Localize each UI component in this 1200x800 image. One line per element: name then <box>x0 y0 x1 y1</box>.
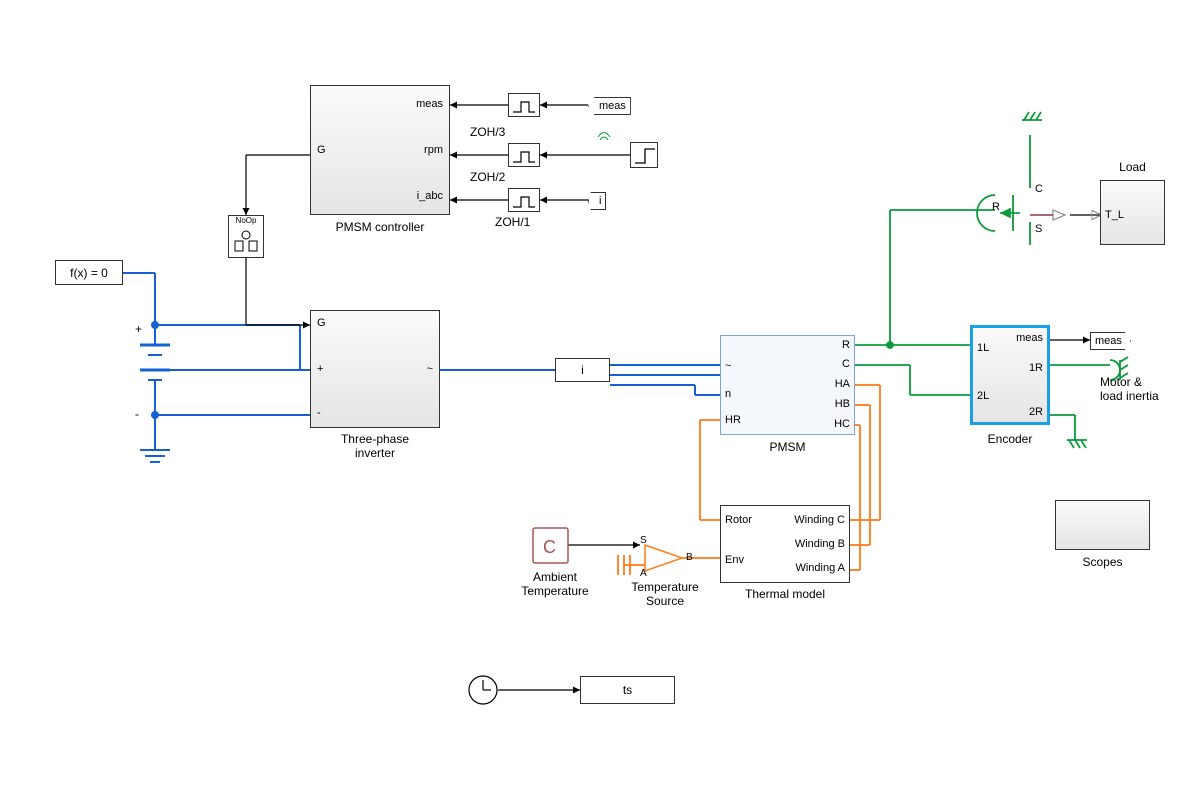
thermal-label: Thermal model <box>720 587 850 601</box>
pmsm-controller-block[interactable]: G meas rpm i_abc <box>310 85 450 215</box>
pmsm-port-ha: HA <box>835 378 850 390</box>
enc-port-1r: 1R <box>1029 362 1043 374</box>
from-i-tag[interactable]: i <box>588 192 606 210</box>
thermal-port-wa: Winding A <box>795 562 845 574</box>
three-phase-inverter-block[interactable]: G + - ~ <box>310 310 440 428</box>
scopes-label: Scopes <box>1055 555 1150 569</box>
svg-text:R: R <box>992 201 1000 213</box>
tempsrc-label: Temperature Source <box>615 580 715 608</box>
pmsm-port-c: C <box>842 358 850 370</box>
enc-port-1l: 1L <box>977 342 989 354</box>
ts-text: ts <box>623 683 632 697</box>
zoh1-label: ZOH/1 <box>495 215 530 229</box>
port-rpm: rpm <box>424 144 443 156</box>
encoder-label: Encoder <box>970 432 1050 446</box>
zoh-meas-block[interactable] <box>508 93 540 117</box>
svg-text:+: + <box>135 322 142 336</box>
current-sensor-block[interactable]: i <box>555 358 610 382</box>
inv-port-ac: ~ <box>427 363 433 375</box>
pmsm-port-r: R <box>842 339 850 351</box>
solver-config-block[interactable]: f(x) = 0 <box>55 260 123 285</box>
thermal-port-wc: Winding C <box>794 514 845 526</box>
thermal-port-wb: Winding B <box>795 538 845 550</box>
zoh-i-block[interactable] <box>508 188 540 212</box>
gate-noop-block[interactable]: NoOp <box>228 215 264 258</box>
scopes-block[interactable] <box>1055 500 1150 550</box>
ambient-symbol: C <box>543 537 556 557</box>
motor-inertia-label: Motor & load inertia <box>1100 375 1190 403</box>
zoh-rpm-block[interactable] <box>508 143 540 167</box>
port-g: G <box>317 144 326 156</box>
inv-port-plus: + <box>317 363 323 375</box>
step-rpm-block[interactable] <box>630 142 658 168</box>
from-meas-tag[interactable]: meas <box>588 97 631 115</box>
zoh3-label: ZOH/3 <box>470 125 505 139</box>
pmsm-label: PMSM <box>720 440 855 454</box>
solver-text: f(x) = 0 <box>70 266 108 280</box>
thermal-port-env: Env <box>725 554 744 566</box>
ambient-label: Ambient Temperature <box>510 570 600 598</box>
pmsm-port-hr: HR <box>725 414 741 426</box>
inverter-label: Three-phase inverter <box>310 432 440 460</box>
load-block[interactable]: T_L <box>1100 180 1165 245</box>
svg-text:-: - <box>135 407 139 421</box>
current-i-text: i <box>581 363 584 377</box>
svg-text:S: S <box>1035 223 1042 235</box>
svg-text:A: A <box>640 568 647 579</box>
svg-text:C: C <box>1035 183 1043 195</box>
port-meas: meas <box>416 98 443 110</box>
enc-port-2l: 2L <box>977 390 989 402</box>
zoh2-label: ZOH/2 <box>470 170 505 184</box>
svg-text:B: B <box>686 552 693 563</box>
pmsm-block[interactable]: ~ n HR R C HA HB HC <box>720 335 855 435</box>
port-iabc: i_abc <box>417 190 443 202</box>
load-label: Load <box>1100 160 1165 174</box>
pmsm-controller-label: PMSM controller <box>310 220 450 234</box>
enc-port-2r: 2R <box>1029 406 1043 418</box>
svg-text:S: S <box>640 535 647 546</box>
pmsm-port-hc: HC <box>834 418 850 430</box>
ts-display-block[interactable]: ts <box>580 676 675 704</box>
encoder-block[interactable]: 1L 2L meas 1R 2R <box>970 325 1050 425</box>
load-port-tl: T_L <box>1105 209 1124 221</box>
enc-port-meas: meas <box>1016 332 1043 344</box>
pmsm-port-tilde: ~ <box>725 360 731 372</box>
inv-port-g: G <box>317 317 326 329</box>
thermal-port-rotor: Rotor <box>725 514 752 526</box>
inv-port-minus: - <box>317 407 321 419</box>
goto-meas-tag[interactable]: meas <box>1090 332 1131 350</box>
thermal-model-block[interactable]: Rotor Env Winding C Winding B Winding A <box>720 505 850 583</box>
pmsm-port-n: n <box>725 388 731 400</box>
pmsm-port-hb: HB <box>835 398 850 410</box>
